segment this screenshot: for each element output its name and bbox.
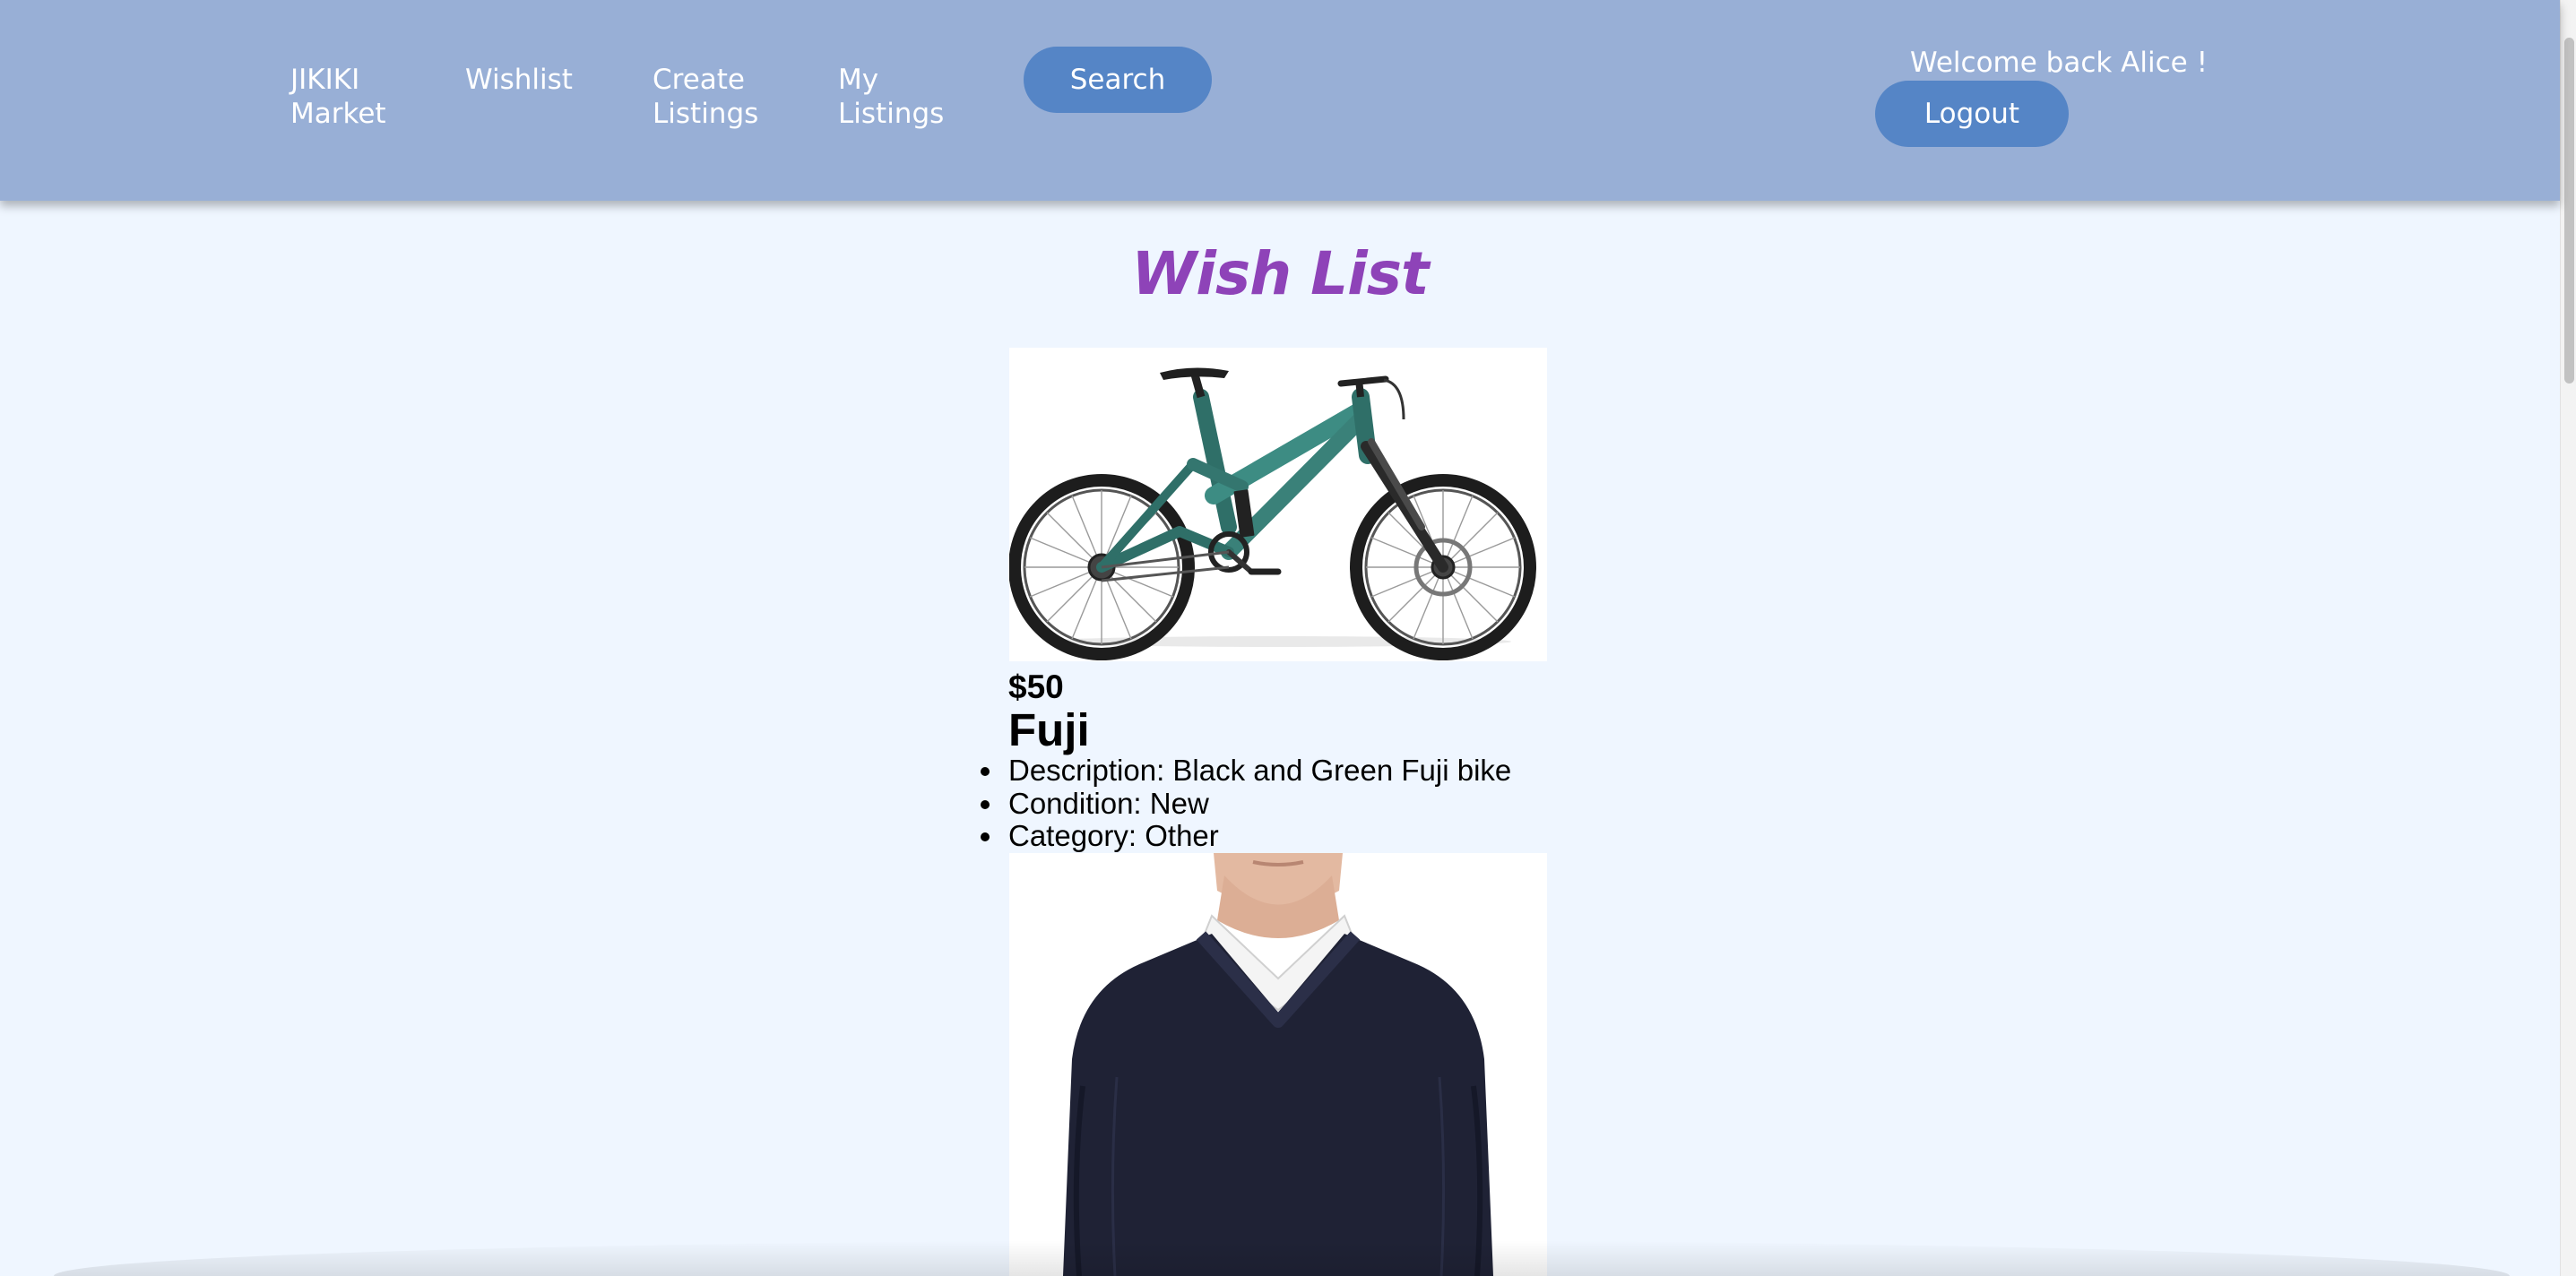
navbar: JIKIKI Market Wishlist Create Listings M… [0,0,2560,201]
brand-link[interactable]: JIKIKI Market [290,63,386,131]
scrollbar-thumb[interactable] [2564,38,2574,384]
page-title: Wish List [1131,239,1429,308]
page: JIKIKI Market Wishlist Create Listings M… [0,0,2576,1276]
nav-create-listings-link[interactable]: Create Listings [653,63,758,131]
item-condition: Condition: New [980,787,1511,821]
item-description: Description: Black and Green Fuji bike [980,754,1512,787]
bike-icon [1009,348,1547,661]
sweater-icon [1009,853,1547,1276]
item-name[interactable]: Fuji [1008,704,1090,756]
logout-button[interactable]: Logout [1875,81,2069,147]
welcome-message: Welcome back Alice ! [1910,47,2209,79]
vertical-scrollbar[interactable] [2560,0,2576,1276]
wishlist-item-image-sweater[interactable] [1009,853,1547,1276]
nav-wishlist-link[interactable]: Wishlist [465,63,573,97]
wishlist-item-image-bike[interactable] [1009,348,1547,661]
item-details-list: Description: Black and Green Fuji bike C… [980,754,1512,853]
nav-my-listings-link[interactable]: My Listings [838,63,944,131]
search-button[interactable]: Search [1024,47,1212,113]
item-price: $50 [1008,668,1064,705]
item-category: Category: Other [980,819,1511,853]
